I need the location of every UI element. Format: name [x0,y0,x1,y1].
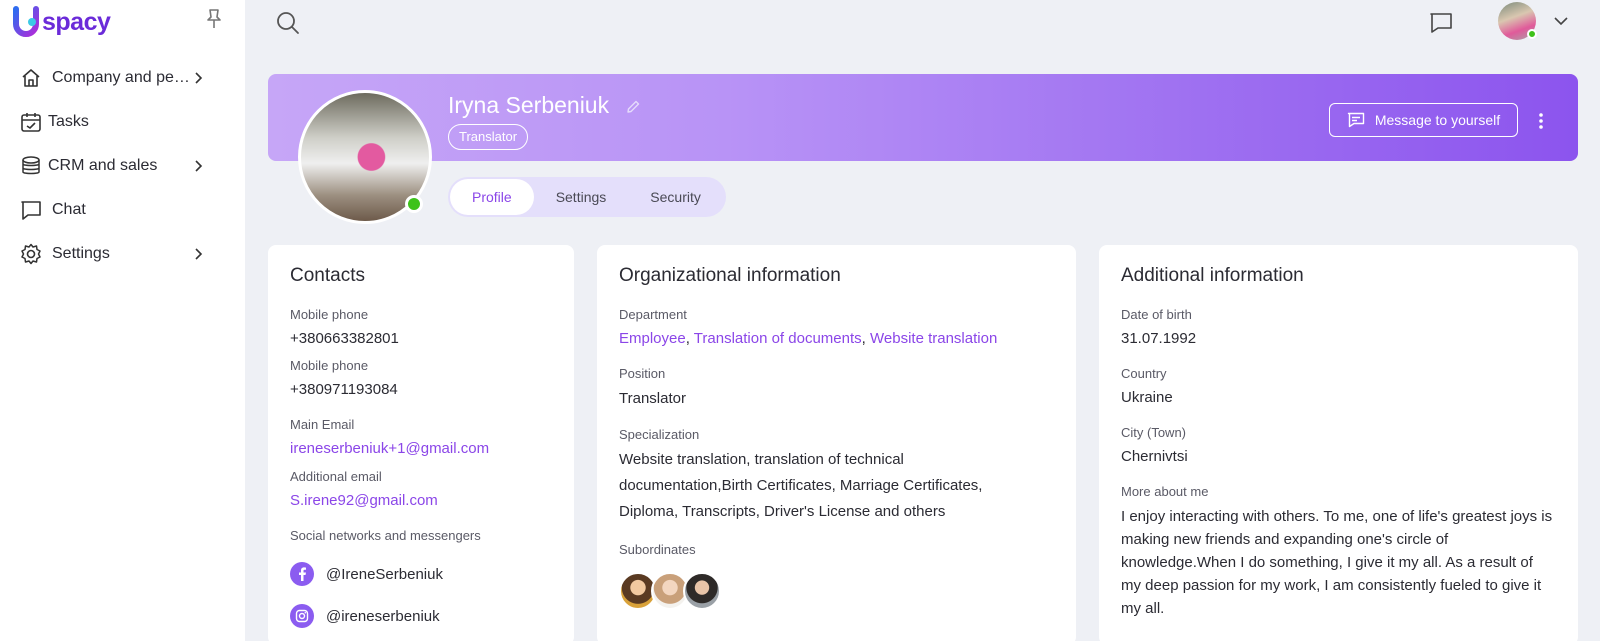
chat-icon [20,199,42,221]
subordinate-avatar[interactable] [683,572,721,610]
sidebar-item-label: Company and people [52,69,192,86]
field-label: Specialization [619,427,700,442]
edit-icon[interactable] [625,99,641,115]
additional-email-link[interactable]: S.irene92@gmail.com [290,492,438,509]
chevron-right-icon [195,160,203,172]
more-options-icon[interactable] [1535,110,1547,132]
profile-photo[interactable] [298,90,432,224]
sidebar-item-label: CRM and sales [48,157,158,174]
profile-tabs: Profile Settings Security [448,177,726,217]
logo[interactable]: spacy [12,6,111,38]
pin-icon[interactable] [204,8,224,30]
card-title: Additional information [1121,265,1304,286]
department-separator: , [685,330,694,347]
message-to-yourself-button[interactable]: Message to yourself [1329,103,1518,137]
logo-text: spacy [42,7,111,36]
message-icon [1347,112,1365,128]
field-label: Mobile phone [290,358,369,373]
tab-settings[interactable]: Settings [534,179,629,215]
department-list: Employee, Translation of documents, Webs… [619,330,997,347]
field-label: Mobile phone [290,307,369,322]
sidebar-item-settings[interactable]: Settings [0,232,245,276]
department-link[interactable]: Translation of documents [694,330,862,347]
field-label: Position [619,366,666,381]
field-label: Date of birth [1121,307,1192,322]
messages-icon[interactable] [1428,10,1454,36]
position-value: Translator [619,390,686,407]
additional-info-card: Additional information Date of birth 31.… [1099,245,1578,641]
instagram-icon [290,604,314,628]
card-title: Contacts [290,265,365,286]
gear-icon [20,243,42,265]
field-label: Country [1121,366,1167,381]
instagram-handle: @ireneserbeniuk [326,607,440,625]
department-separator: , [861,330,870,347]
sidebar-item-company[interactable]: Company and people [0,56,245,100]
subordinates-list [619,572,721,610]
field-label: Social networks and messengers [290,528,481,543]
home-icon [20,67,42,89]
field-label: City (Town) [1121,425,1187,440]
sidebar-item-label: Tasks [48,113,89,130]
tab-profile[interactable]: Profile [450,179,534,215]
top-bar [245,0,1600,52]
facebook-handle: @IreneSerbeniuk [326,565,443,583]
field-label: Additional email [290,469,382,484]
online-status-dot [405,195,423,213]
chevron-right-icon [195,248,203,260]
database-icon [20,155,42,177]
online-status-dot [1527,29,1537,39]
tab-security[interactable]: Security [628,179,723,215]
contacts-card: Contacts Mobile phone +380663382801 Mobi… [268,245,574,641]
role-badge: Translator [448,124,529,150]
calendar-icon [20,111,42,133]
specialization-value: Website translation, translation of tech… [619,451,983,520]
facebook-icon [290,562,314,586]
card-title: Organizational information [619,265,841,286]
country-value: Ukraine [1121,389,1173,406]
sidebar: spacy Company and people Tasks CRM and s… [0,0,245,641]
facebook-row[interactable]: @IreneSerbeniuk [290,562,443,586]
field-label: Department [619,307,687,322]
user-avatar[interactable] [1498,2,1537,40]
field-label: More about me [1121,484,1209,499]
sidebar-nav: Company and people Tasks CRM and sales C… [0,56,245,276]
search-icon[interactable] [275,10,301,36]
sidebar-item-chat[interactable]: Chat [0,188,245,232]
sidebar-item-tasks[interactable]: Tasks [0,100,245,144]
mobile-phone-2: +380971193084 [290,381,398,398]
about-me-value: I enjoy interacting with others. To me, … [1121,508,1553,617]
message-button-label: Message to yourself [1374,112,1501,128]
instagram-row[interactable]: @ireneserbeniuk [290,604,440,628]
sidebar-item-crm[interactable]: CRM and sales [0,144,245,188]
main-email-link[interactable]: ireneserbeniuk+1@gmail.com [290,440,489,457]
department-link[interactable]: Employee [619,330,686,347]
chevron-down-icon[interactable] [1553,14,1569,28]
profile-name: Iryna Serbeniuk [448,92,610,118]
field-label: Subordinates [619,542,696,557]
sidebar-item-label: Chat [52,201,86,218]
sidebar-item-label: Settings [52,245,110,262]
chevron-right-icon [195,72,203,84]
organizational-card: Organizational information Department Em… [597,245,1076,641]
department-link[interactable]: Website translation [870,330,997,347]
field-label: Main Email [290,417,355,432]
city-value: Chernivtsi [1121,448,1188,465]
logo-mark-icon [13,6,39,37]
mobile-phone-1: +380663382801 [290,330,399,347]
date-of-birth-value: 31.07.1992 [1121,330,1197,347]
